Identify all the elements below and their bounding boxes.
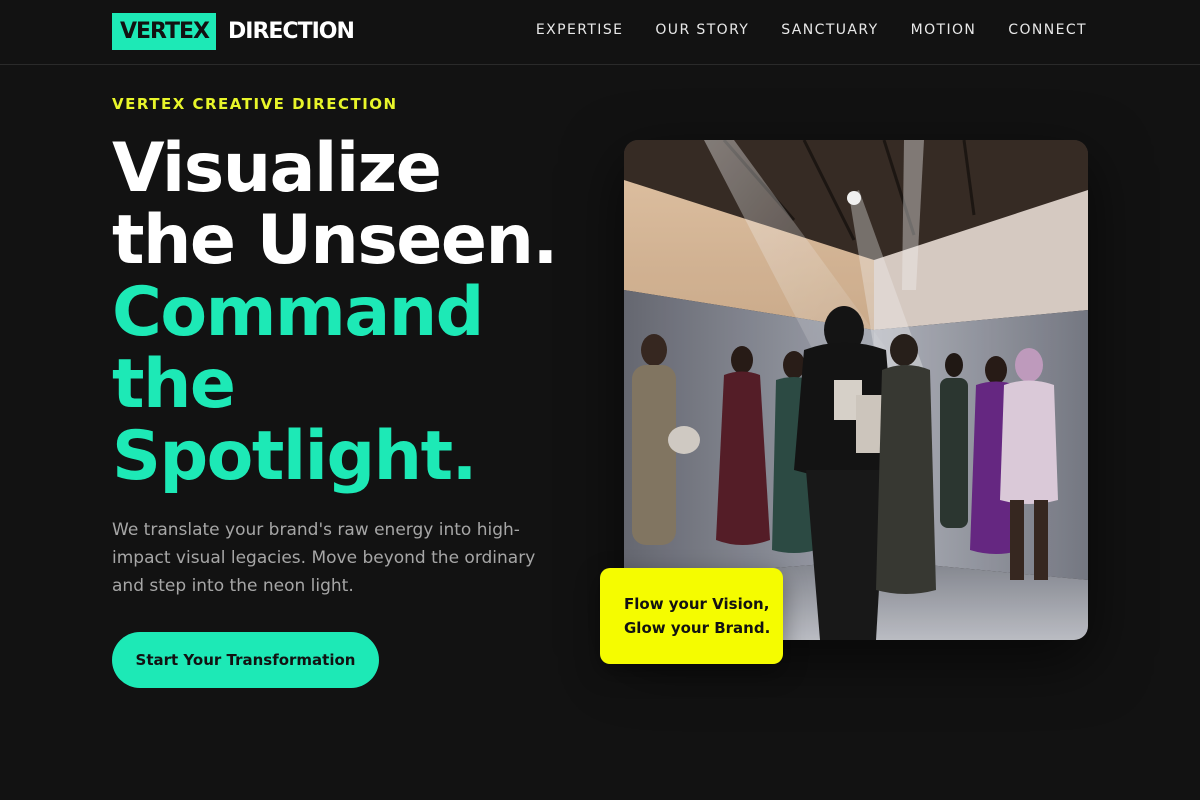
headline-line-1: Visualize — [112, 129, 442, 208]
headline-line-3: Command — [112, 273, 484, 352]
nav-link-motion[interactable]: MOTION — [911, 22, 977, 38]
logo-box: VERTEX — [112, 13, 217, 50]
hero-subcopy: We translate your brand's raw energy int… — [112, 520, 536, 596]
main-nav: EXPERTISE OUR STORY SANCTUARY MOTION CON… — [536, 22, 1087, 38]
brand-logo[interactable]: VERTEX DIRECTION — [112, 13, 355, 50]
nav-link-our-story[interactable]: OUR STORY — [655, 22, 749, 38]
nav-link-sanctuary[interactable]: SANCTUARY — [781, 22, 878, 38]
hero-eyebrow: VERTEX CREATIVE DIRECTION — [112, 95, 398, 113]
hero-photo — [624, 140, 1088, 640]
nav-link-connect[interactable]: CONNECT — [1008, 22, 1087, 38]
badge-text: Flow your Vision, Glow your Brand. — [624, 592, 770, 640]
badge-line-2: Glow your Brand. — [624, 619, 771, 637]
nav-link-expertise[interactable]: EXPERTISE — [536, 22, 623, 38]
headline-line-2: the Unseen. — [112, 201, 558, 280]
start-transformation-button[interactable]: Start Your Transformation — [112, 632, 379, 688]
hero-headline: Visualize the Unseen. Command the Spotli… — [112, 133, 592, 493]
tagline-badge: Flow your Vision, Glow your Brand. — [600, 568, 783, 664]
site-header: VERTEX DIRECTION EXPERTISE OUR STORY SAN… — [0, 0, 1200, 65]
badge-line-1: Flow your Vision, — [624, 595, 770, 613]
headline-line-4: the — [112, 345, 236, 424]
logo-text: DIRECTION — [228, 19, 355, 44]
fashion-show-image — [624, 140, 1088, 640]
headline-line-5: Spotlight. — [112, 417, 477, 496]
